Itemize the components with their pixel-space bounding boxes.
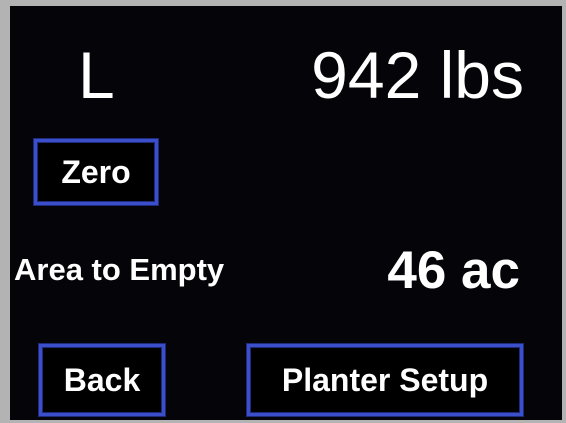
area-to-empty-label: Area to Empty: [14, 252, 225, 287]
planter-setup-button[interactable]: Planter Setup: [247, 344, 523, 416]
scale-side-indicator: L: [78, 38, 115, 112]
weight-readout: 942 lbs: [311, 38, 524, 112]
back-button[interactable]: Back: [39, 344, 165, 416]
area-to-empty-value: 46 ac: [387, 241, 520, 300]
device-bezel: L 942 lbs Zero Area to Empty 46 ac Back …: [0, 0, 566, 423]
zero-button[interactable]: Zero: [34, 139, 158, 205]
display-screen: L 942 lbs Zero Area to Empty 46 ac Back …: [10, 6, 562, 420]
